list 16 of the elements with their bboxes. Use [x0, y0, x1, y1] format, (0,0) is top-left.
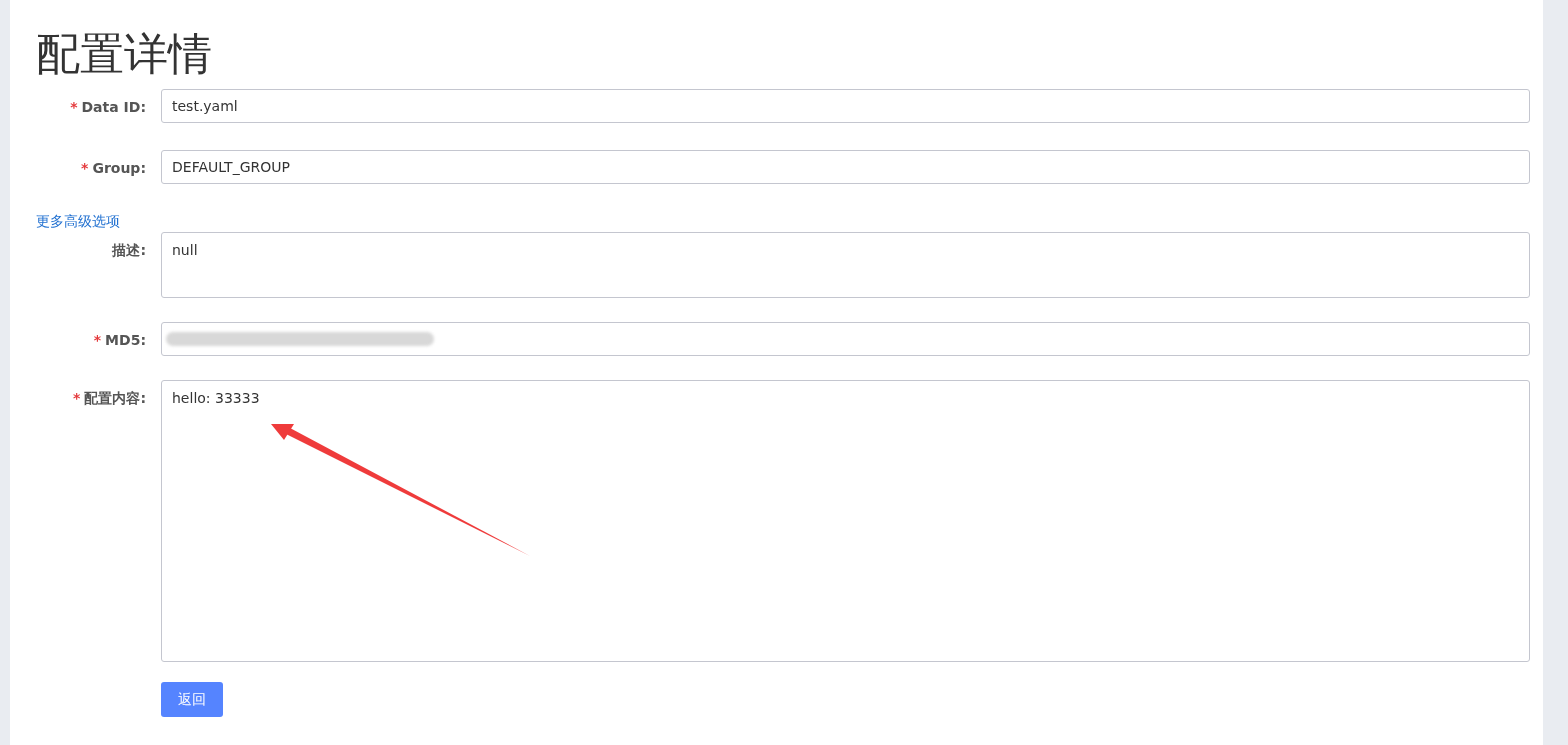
required-mark: *: [93, 331, 102, 350]
field-label: 配置内容:: [84, 389, 146, 408]
field-label: Data ID:: [81, 98, 146, 117]
required-mark: *: [81, 159, 89, 178]
field-label: MD5:: [105, 331, 146, 350]
advanced-options-link[interactable]: 更多高级选项: [36, 210, 120, 232]
required-mark: *: [70, 98, 78, 117]
text-field[interactable]: test.yaml: [161, 89, 1530, 123]
text-area[interactable]: null: [161, 232, 1530, 298]
required-mark: *: [73, 389, 81, 408]
field-label: 描述:: [112, 241, 146, 260]
text-field[interactable]: [161, 322, 1530, 356]
text-field[interactable]: DEFAULT_GROUP: [161, 150, 1530, 184]
field-label: Group:: [92, 159, 146, 178]
page-title: 配置详情: [36, 27, 213, 81]
text-area[interactable]: hello: 33333: [161, 380, 1530, 662]
